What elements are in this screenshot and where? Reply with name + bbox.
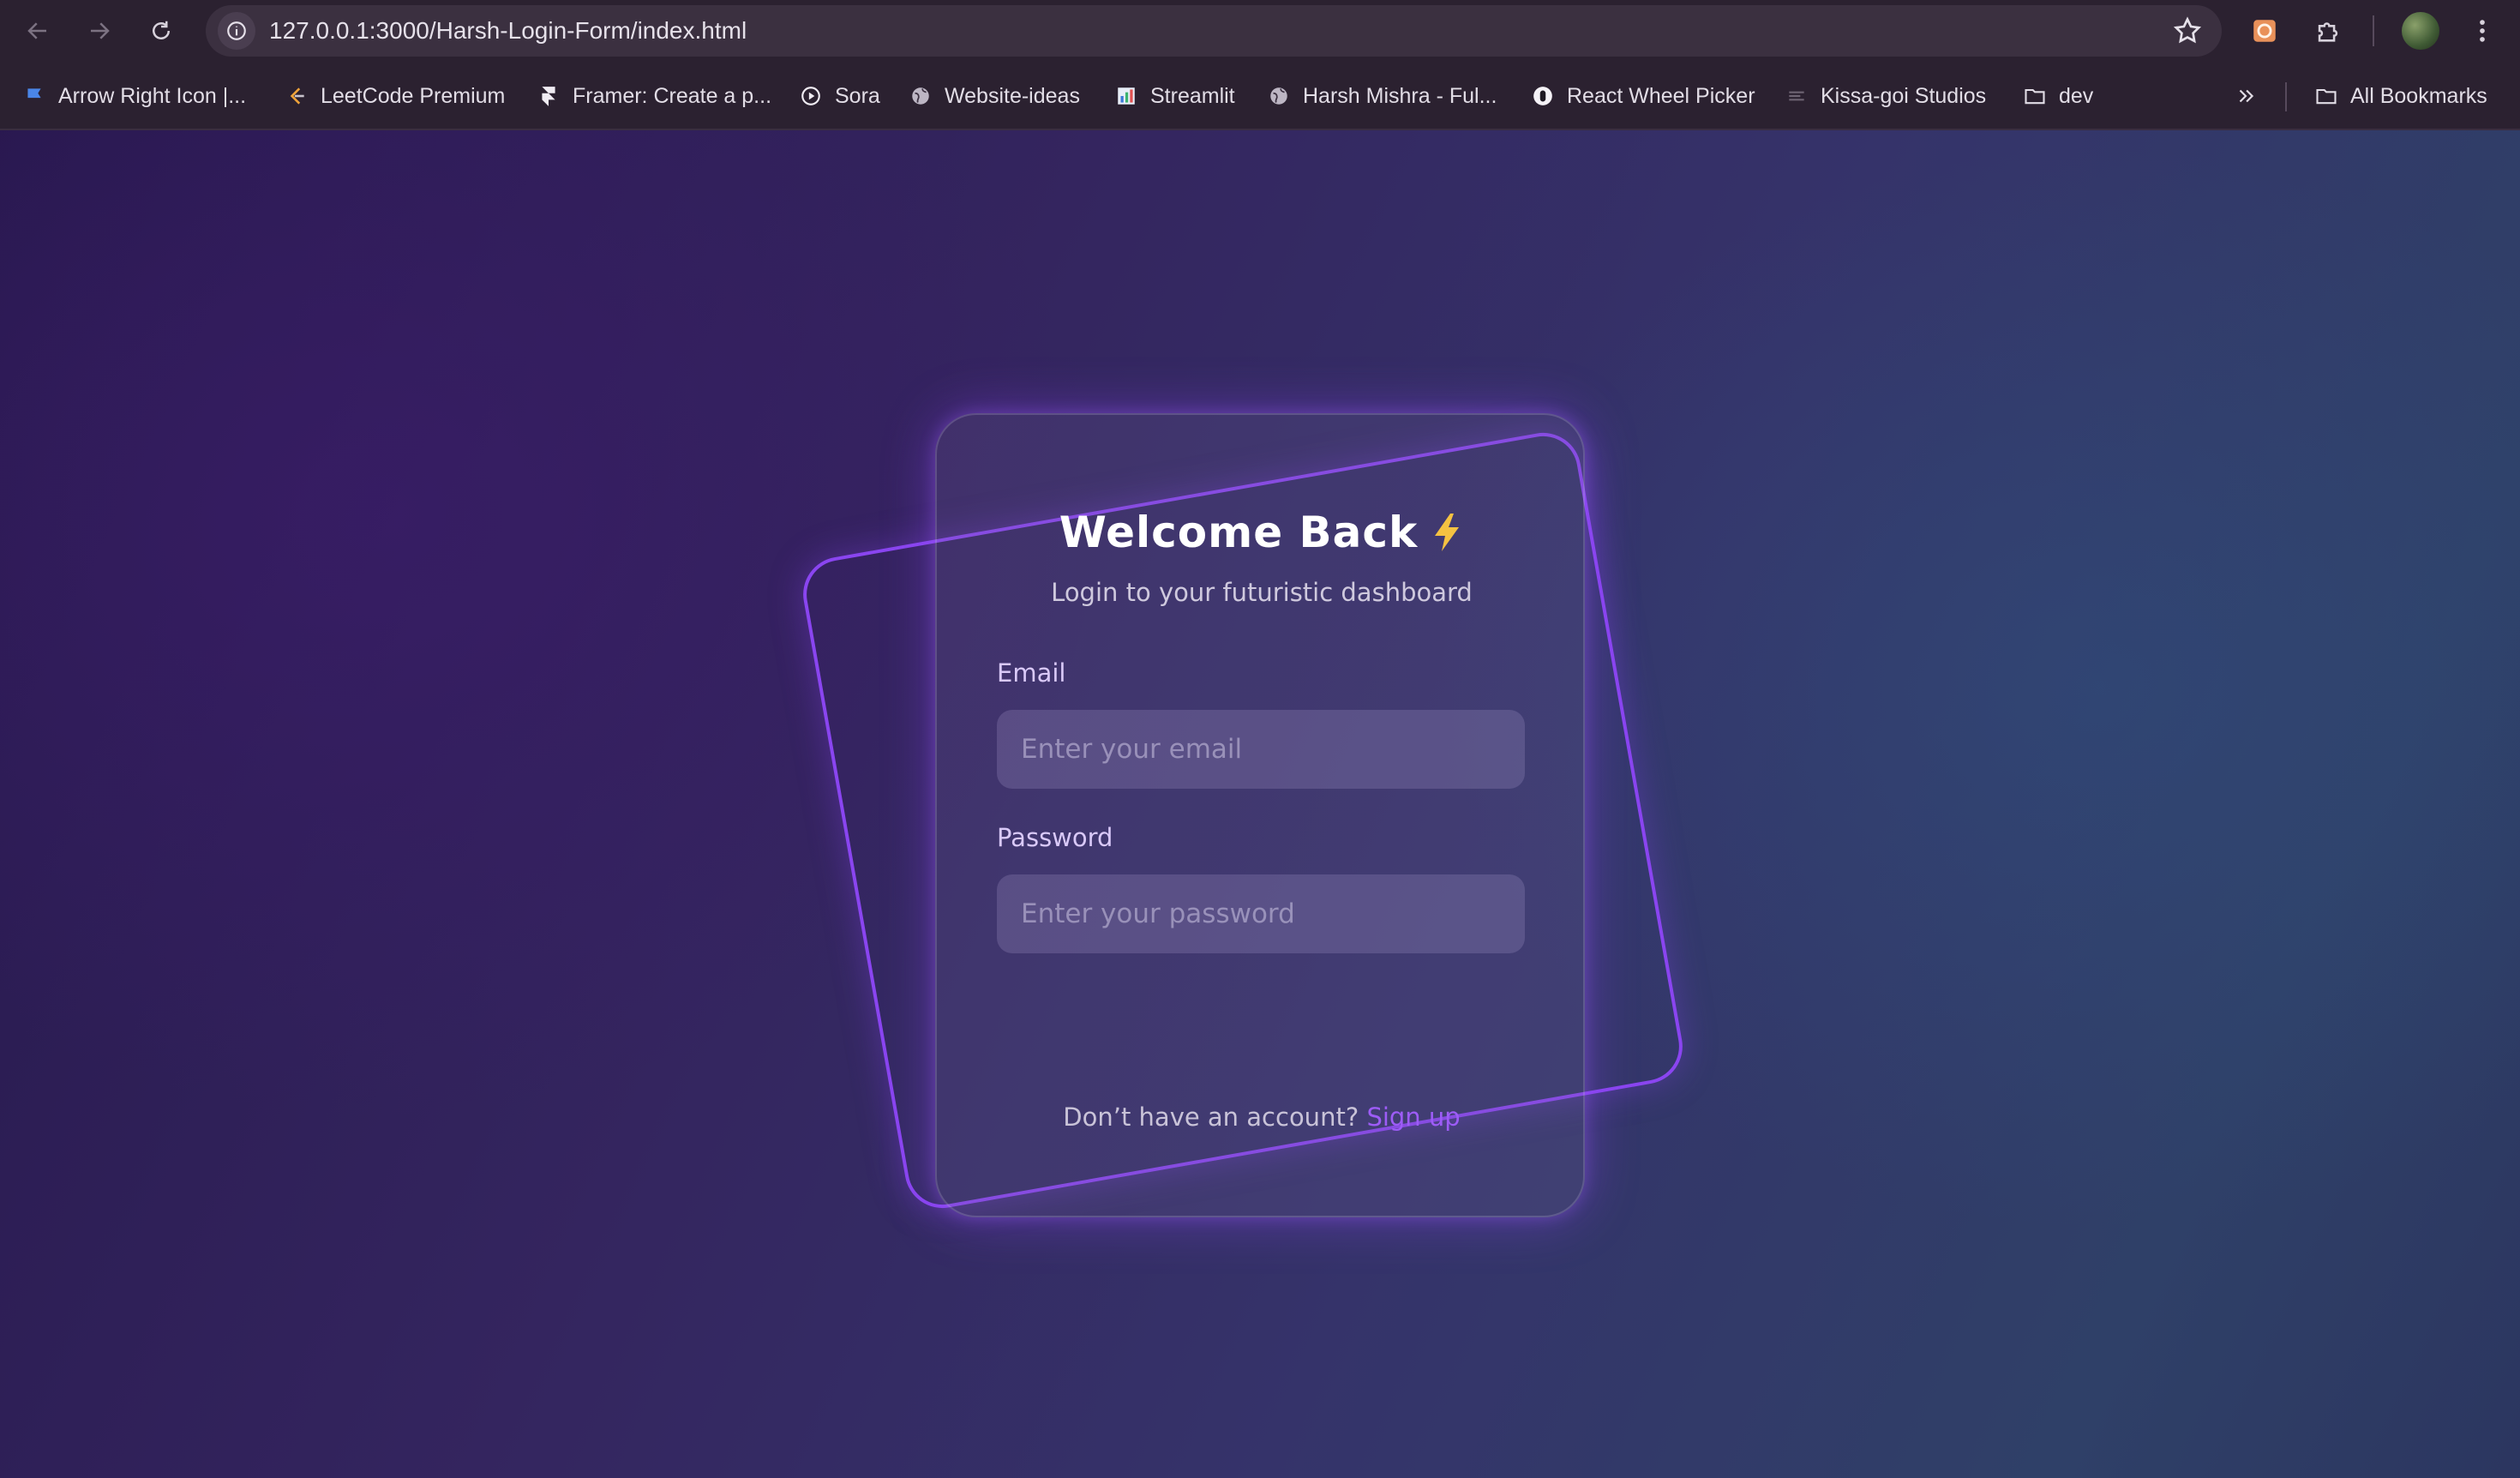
toolbar-divider	[2373, 15, 2374, 46]
email-input[interactable]	[997, 710, 1525, 789]
extension-button[interactable]	[2246, 12, 2283, 50]
extension-app-icon	[2253, 20, 2276, 42]
login-card: Welcome Back Login to your futuristic da…	[935, 413, 1585, 1217]
bookmark-star-icon[interactable]	[2172, 15, 2203, 46]
profile-avatar[interactable]	[2402, 12, 2439, 50]
framer-icon	[537, 84, 561, 108]
email-label: Email	[997, 658, 1066, 688]
bookmarks-divider	[2285, 82, 2287, 111]
page-title: Welcome Back	[1059, 508, 1419, 557]
password-label: Password	[997, 823, 1113, 852]
password-input[interactable]	[997, 874, 1525, 953]
all-bookmarks-button[interactable]: All Bookmarks	[2314, 79, 2487, 113]
more-vert-icon	[2480, 20, 2485, 42]
bookmark-item[interactable]: Framer: Create a p...	[537, 79, 771, 113]
extensions-menu-button[interactable]	[2309, 12, 2347, 50]
folder-icon	[2023, 84, 2047, 108]
studio-icon	[1785, 84, 1809, 108]
browser-menu-button[interactable]	[2463, 12, 2501, 50]
more-bookmarks-button[interactable]	[2234, 79, 2258, 113]
bookmark-item[interactable]: Harsh Mishra - Ful...	[1267, 79, 1497, 113]
bar-chart-icon	[1114, 84, 1138, 108]
globe-icon	[909, 84, 933, 108]
bookmark-item[interactable]: Sora	[799, 79, 880, 113]
info-icon	[227, 21, 246, 40]
wheel-picker-icon	[1531, 84, 1555, 108]
reload-button[interactable]	[141, 10, 182, 51]
title-row: Welcome Back	[937, 502, 1587, 562]
back-button[interactable]	[17, 10, 58, 51]
play-circle-icon	[799, 84, 823, 108]
bookmark-item[interactable]: Streamlit	[1114, 79, 1235, 113]
chevron-double-right-icon	[2234, 84, 2258, 108]
signup-prompt: Don’t have an account? Sign up	[937, 1102, 1587, 1132]
bookmarks-bar: Arrow Right Icon |... LeetCode Premium F…	[0, 62, 2520, 130]
reload-icon	[153, 21, 170, 39]
url-text[interactable]: 127.0.0.1:3000/Harsh-Login-Form/index.ht…	[269, 17, 747, 45]
flag-icon	[22, 84, 46, 108]
bookmark-item[interactable]: React Wheel Picker	[1531, 79, 1755, 113]
bookmark-folder-dev[interactable]: dev	[2023, 79, 2093, 113]
site-info-button[interactable]	[218, 12, 255, 50]
lightning-bolt-icon	[1435, 514, 1460, 551]
folder-icon	[2314, 84, 2338, 108]
bookmark-item[interactable]: LeetCode Premium	[285, 79, 505, 113]
globe-icon	[1267, 84, 1291, 108]
forward-button[interactable]	[79, 10, 120, 51]
page-subtitle: Login to your futuristic dashboard	[1051, 578, 1473, 607]
arrow-right-icon	[91, 22, 110, 39]
page-background: Welcome Back Login to your futuristic da…	[0, 130, 2520, 1478]
bookmark-item[interactable]: Kissa-goi Studios	[1785, 79, 1986, 113]
address-bar[interactable]: 127.0.0.1:3000/Harsh-Login-Form/index.ht…	[206, 5, 2222, 57]
puzzle-icon	[2318, 22, 2338, 42]
signup-prompt-text: Don’t have an account?	[1063, 1102, 1359, 1132]
arrow-left-icon	[27, 22, 46, 39]
leetcode-icon	[285, 84, 309, 108]
bookmark-item[interactable]: Arrow Right Icon |...	[22, 79, 246, 113]
signup-link[interactable]: Sign up	[1366, 1102, 1460, 1132]
bookmark-item[interactable]: Website-ideas	[909, 79, 1080, 113]
browser-toolbar: 127.0.0.1:3000/Harsh-Login-Form/index.ht…	[0, 0, 2520, 62]
